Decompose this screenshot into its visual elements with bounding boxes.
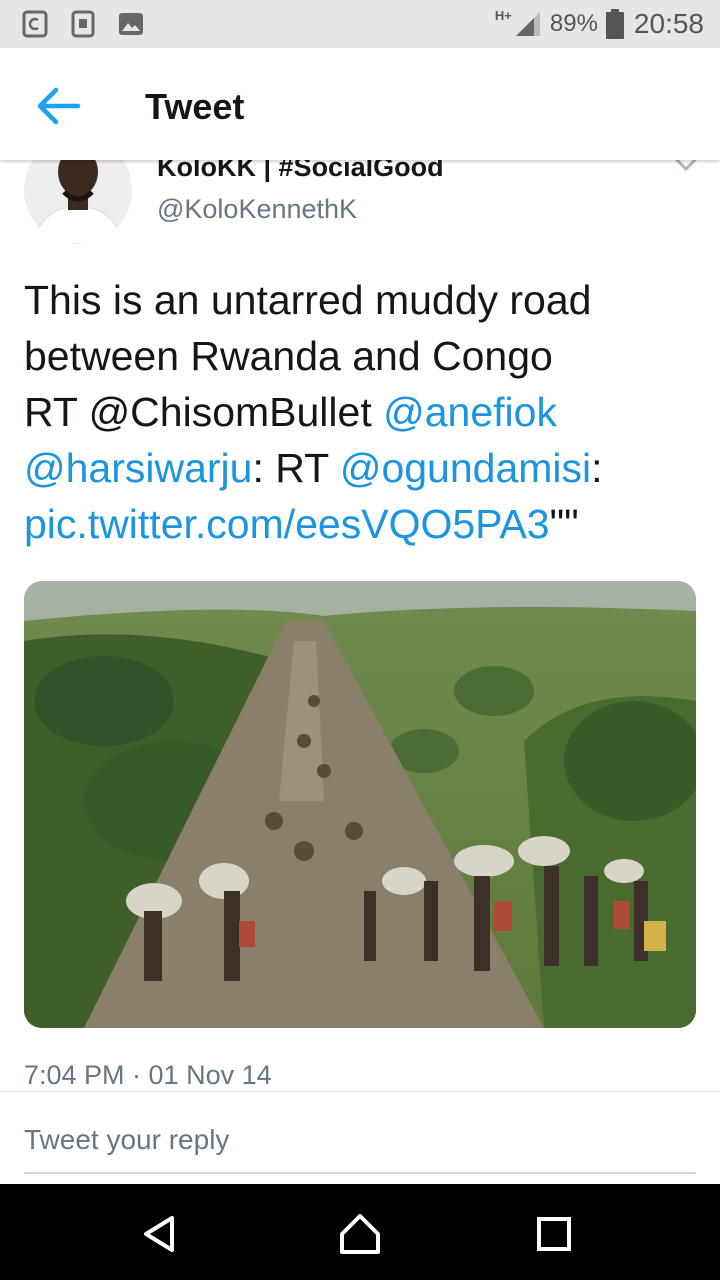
system-nav-bar (0, 1184, 720, 1280)
tweet-text-segment: between Rwanda and Congo (24, 333, 553, 379)
user-handle[interactable]: @KoloKennethK (157, 194, 357, 225)
tweet-text: This is an untarred muddy road between Rw… (24, 272, 704, 552)
reply-underline (24, 1172, 696, 1174)
home-icon[interactable] (338, 1212, 382, 1256)
network-type: H+ (494, 7, 512, 23)
notification-app-icon (22, 10, 48, 38)
photo-image (24, 581, 696, 1028)
battery-percent: 89% (549, 10, 598, 37)
signal-icon (515, 12, 540, 36)
tweet-timestamp: 7:04 PM · 01 Nov 14 (24, 1060, 272, 1090)
battery-icon (605, 9, 624, 39)
mention-link[interactable]: @ogundamisi (340, 445, 591, 491)
mention-link[interactable]: @harsiwarju (24, 445, 252, 491)
notification-image-icon (119, 13, 143, 35)
clock: 20:58 (633, 8, 704, 39)
tweet-text-segment: : RT (252, 445, 340, 491)
tweet-photo[interactable] (24, 581, 696, 1028)
recents-icon[interactable] (532, 1212, 576, 1256)
status-indicators: H+ 89% 20:58 (495, 6, 704, 42)
tweet-text-segment: RT @ChisomBullet (24, 389, 384, 435)
arrow-left-icon[interactable] (30, 84, 86, 128)
tweet-text-line: between Rwanda and Congo (24, 328, 704, 384)
tweet-text-segment: : (591, 445, 603, 491)
reply-input[interactable] (24, 1110, 696, 1170)
tweet-text-line: @harsiwarju: RT @ogundamisi: (24, 440, 704, 496)
tweet-text-line: This is an untarred muddy road (24, 272, 704, 328)
tweet-text-line: pic.twitter.com/eesVQO5PA3"" (24, 496, 704, 552)
media-link[interactable]: pic.twitter.com/eesVQO5PA3 (24, 501, 550, 547)
page-title: Tweet (145, 86, 245, 127)
tweet-text-segment: This is an untarred muddy road (24, 277, 592, 323)
mention-link[interactable]: @anefiok (383, 389, 557, 435)
status-notifications (22, 10, 144, 38)
divider (0, 1091, 720, 1092)
notification-sim-icon (71, 10, 95, 38)
app-bar: Tweet (0, 48, 720, 160)
tweet-text-segment: "" (549, 501, 579, 547)
status-bar: H+ 89% 20:58 (0, 0, 720, 48)
back-triangle-icon[interactable] (138, 1212, 182, 1256)
tweet-text-line: RT @ChisomBullet @anefiok (24, 384, 704, 440)
